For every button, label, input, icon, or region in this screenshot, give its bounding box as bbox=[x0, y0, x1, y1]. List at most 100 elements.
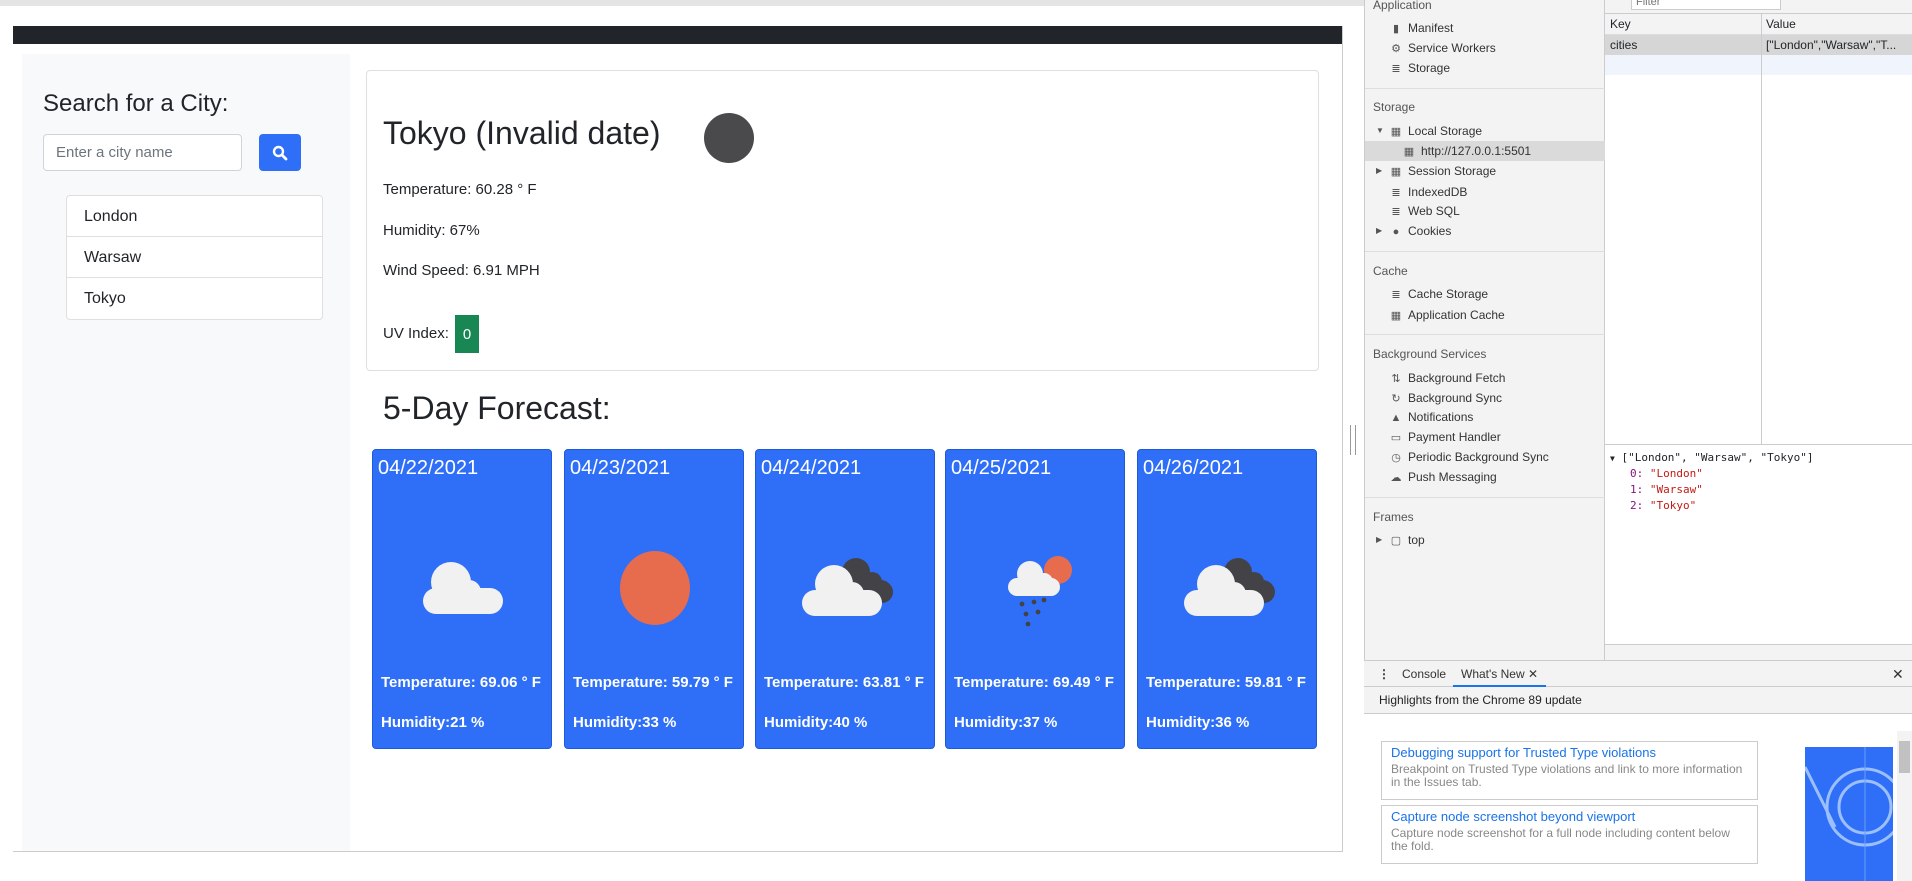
divider bbox=[1365, 88, 1605, 89]
item-label: Notifications bbox=[1408, 410, 1474, 424]
item-label: Web SQL bbox=[1408, 204, 1460, 218]
card-title-link[interactable]: Capture node screenshot beyond viewport bbox=[1391, 809, 1748, 824]
section-background-services: Background Services bbox=[1373, 347, 1487, 361]
whats-new-card[interactable]: Capture node screenshot beyond viewport … bbox=[1381, 805, 1758, 864]
grid-icon: ▦ bbox=[1403, 146, 1415, 158]
clock-icon: ◷ bbox=[1391, 452, 1401, 464]
devtools-splitter-handle[interactable] bbox=[1350, 425, 1356, 455]
search-button[interactable] bbox=[259, 134, 301, 171]
tab-label: What's New bbox=[1461, 667, 1525, 681]
forecast-temperature: Temperature: 69.49 ° F bbox=[954, 674, 1114, 691]
database-icon: ≣ bbox=[1391, 206, 1401, 218]
sidebar-item-indexeddb[interactable]: ≣ IndexedDB bbox=[1365, 182, 1605, 202]
sidebar-item-service-workers[interactable]: ⚙ Service Workers bbox=[1365, 38, 1605, 58]
broken-clouds-icon bbox=[1184, 558, 1275, 616]
tab-whats-new[interactable]: What's New ✕ bbox=[1453, 661, 1547, 687]
expand-arrow-icon[interactable]: ▼ bbox=[1376, 121, 1384, 141]
item-value: "Tokyo" bbox=[1649, 499, 1697, 512]
item-index: 1: bbox=[1630, 483, 1644, 496]
cloud-icon bbox=[423, 562, 503, 614]
search-icon bbox=[272, 145, 288, 160]
close-drawer-icon[interactable]: ✕ bbox=[1892, 661, 1904, 687]
gear-icon: ⚙ bbox=[1391, 43, 1401, 55]
card-description: Breakpoint on Trusted Type violations an… bbox=[1391, 762, 1743, 789]
rain-sun-icon bbox=[1008, 556, 1072, 627]
scrollbar-thumb[interactable] bbox=[1899, 741, 1910, 773]
item-label: Background Fetch bbox=[1408, 371, 1506, 385]
current-city-title: Tokyo (Invalid date) bbox=[383, 115, 661, 151]
sidebar-item-cookies[interactable]: ▶ ● Cookies bbox=[1365, 221, 1605, 241]
sidebar-item-notifications[interactable]: ▲ Notifications bbox=[1365, 407, 1605, 427]
sidebar-item-origin[interactable]: ▦ http://127.0.0.1:5501 bbox=[1365, 141, 1605, 161]
item-label: http://127.0.0.1:5501 bbox=[1421, 144, 1532, 158]
forecast-date: 04/26/2021 bbox=[1143, 457, 1244, 479]
city-item-warsaw[interactable]: Warsaw bbox=[67, 237, 322, 278]
item-index: 0: bbox=[1630, 467, 1644, 480]
weather-icon bbox=[704, 113, 754, 163]
value-column-header[interactable]: Value bbox=[1766, 14, 1796, 34]
expand-arrow-icon[interactable]: ▶ bbox=[1376, 530, 1382, 550]
item-label: Push Messaging bbox=[1408, 470, 1497, 484]
sidebar-item-background-sync[interactable]: ↻ Background Sync bbox=[1365, 388, 1605, 408]
sidebar-item-push-messaging[interactable]: ☁ Push Messaging bbox=[1365, 467, 1605, 487]
search-title: Search for a City: bbox=[43, 90, 229, 117]
column-divider[interactable] bbox=[1761, 14, 1762, 444]
sidebar-item-local-storage[interactable]: ▼ ▦ Local Storage bbox=[1365, 121, 1605, 141]
uv-index-label: UV Index: bbox=[383, 325, 449, 342]
table-header: Key Value bbox=[1605, 14, 1912, 35]
tab-console[interactable]: Console bbox=[1402, 661, 1446, 687]
sidebar-item-manifest[interactable]: ▮ Manifest bbox=[1365, 18, 1605, 38]
item-label: Application Cache bbox=[1408, 308, 1505, 322]
filter-input[interactable] bbox=[1631, 0, 1781, 10]
sidebar-item-background-fetch[interactable]: ⇅ Background Fetch bbox=[1365, 368, 1605, 388]
city-item-london[interactable]: London bbox=[67, 196, 322, 237]
cloud-icon: ☁ bbox=[1390, 472, 1402, 484]
forecast-date: 04/24/2021 bbox=[761, 457, 862, 479]
item-value: "Warsaw" bbox=[1649, 483, 1703, 496]
city-search-input[interactable] bbox=[43, 134, 242, 171]
value-preview: ▼ ["London", "Warsaw", "Tokyo"] 0: "Lond… bbox=[1605, 444, 1912, 644]
item-label: Cache Storage bbox=[1408, 287, 1489, 301]
item-label: Storage bbox=[1408, 61, 1451, 75]
sidebar-item-session-storage[interactable]: ▶ ▦ Session Storage bbox=[1365, 161, 1605, 181]
forecast-humidity: Humidity:36 % bbox=[1146, 714, 1250, 731]
sidebar-item-payment-handler[interactable]: ▭ Payment Handler bbox=[1365, 427, 1605, 447]
close-tab-icon[interactable]: ✕ bbox=[1528, 667, 1538, 681]
sidebar-item-cache-storage[interactable]: ≣ Cache Storage bbox=[1365, 284, 1605, 304]
forecast-card: 04/24/2021 Temperature: 63.81 ° F Humidi… bbox=[755, 449, 935, 749]
expand-arrow-icon[interactable]: ▶ bbox=[1376, 161, 1382, 181]
section-cache: Cache bbox=[1373, 264, 1408, 278]
item-index: 2: bbox=[1630, 499, 1644, 512]
expand-arrow-icon[interactable]: ▶ bbox=[1376, 221, 1382, 241]
preview-summary[interactable]: ▼ ["London", "Warsaw", "Tokyo"] bbox=[1610, 451, 1814, 464]
preview-item: 0: "London" bbox=[1630, 467, 1703, 480]
section-frames: Frames bbox=[1373, 510, 1414, 524]
key-column-header[interactable]: Key bbox=[1610, 14, 1631, 34]
more-menu-icon[interactable]: ⋮ bbox=[1378, 661, 1390, 687]
browser-toolbar-strip bbox=[0, 0, 1364, 6]
database-icon: ≣ bbox=[1391, 187, 1401, 199]
forecast-card: 04/25/2021 Temperature: 69.49 ° F Humidi… bbox=[945, 449, 1125, 749]
item-label: Cookies bbox=[1408, 224, 1452, 238]
table-row[interactable]: cities ["London","Warsaw","T... bbox=[1605, 35, 1912, 55]
sidebar-item-storage[interactable]: ≣ Storage bbox=[1365, 58, 1605, 78]
summary-text: ["London", "Warsaw", "Tokyo"] bbox=[1621, 451, 1814, 464]
grid-icon: ▦ bbox=[1390, 166, 1402, 178]
collapse-arrow-icon[interactable]: ▼ bbox=[1610, 454, 1615, 463]
item-label: Payment Handler bbox=[1408, 430, 1501, 444]
card-title-link[interactable]: Debugging support for Trusted Type viola… bbox=[1391, 745, 1748, 760]
database-icon: ≣ bbox=[1391, 63, 1401, 75]
sidebar-item-frame-top[interactable]: ▶ ▢ top bbox=[1365, 530, 1605, 550]
sidebar-item-application-cache[interactable]: ▦ Application Cache bbox=[1365, 305, 1605, 325]
city-history-list: London Warsaw Tokyo bbox=[66, 195, 323, 320]
sidebar-item-periodic-sync[interactable]: ◷ Periodic Background Sync bbox=[1365, 447, 1605, 467]
row-key: cities bbox=[1610, 38, 1638, 52]
preview-footer bbox=[1605, 644, 1912, 660]
sync-icon: ↻ bbox=[1391, 393, 1401, 405]
item-label: Background Sync bbox=[1408, 391, 1503, 405]
city-item-tokyo[interactable]: Tokyo bbox=[67, 278, 322, 319]
current-humidity: Humidity: 67% bbox=[383, 222, 480, 239]
table-row-empty[interactable] bbox=[1605, 55, 1912, 75]
sidebar-item-websql[interactable]: ≣ Web SQL bbox=[1365, 201, 1605, 221]
whats-new-card[interactable]: Debugging support for Trusted Type viola… bbox=[1381, 741, 1758, 800]
